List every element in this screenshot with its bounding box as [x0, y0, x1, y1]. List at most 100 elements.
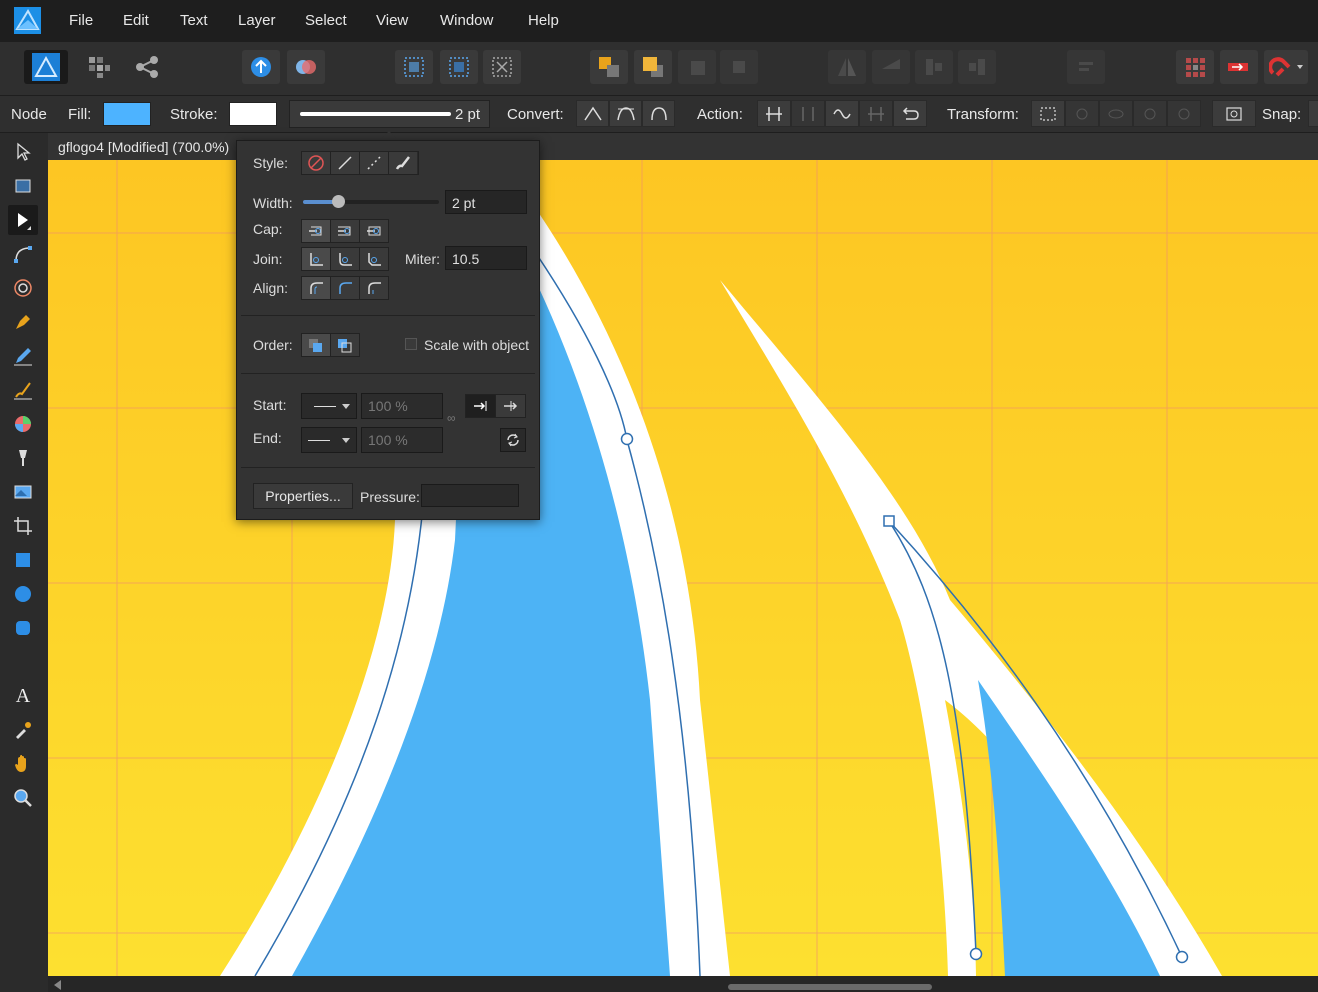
menu-window[interactable]: Window — [440, 12, 493, 29]
texture-brush-icon[interactable] — [389, 152, 417, 174]
menu-select[interactable]: Select — [305, 12, 347, 29]
transparency-icon[interactable] — [8, 443, 38, 473]
menu-help[interactable]: Help — [528, 12, 559, 29]
round-cap-icon[interactable] — [331, 220, 360, 242]
width-field[interactable]: 2 pt — [445, 190, 527, 214]
join-curves-icon[interactable] — [859, 100, 893, 127]
smooth-curve-icon[interactable] — [825, 100, 859, 127]
stroke-swatch[interactable] — [229, 102, 277, 126]
swap-arrowheads-icon[interactable] — [500, 428, 526, 452]
transform-option-3-icon[interactable] — [1099, 100, 1133, 127]
reverse-curve-icon[interactable] — [893, 100, 927, 127]
flip-horizontal-icon[interactable] — [828, 50, 866, 84]
transform-option-5-icon[interactable] — [1167, 100, 1201, 127]
fill-swatch[interactable] — [103, 102, 151, 126]
rotate-right-icon[interactable] — [958, 50, 996, 84]
snapping-options-icon[interactable] — [1220, 50, 1258, 84]
select-all-icon[interactable] — [395, 50, 433, 84]
corner-icon[interactable] — [8, 239, 38, 269]
transform-mode-icon[interactable] — [1031, 100, 1065, 127]
fill-icon[interactable] — [8, 409, 38, 439]
assistant-icon[interactable] — [287, 50, 325, 84]
crescent-icon[interactable] — [8, 647, 38, 677]
export-persona-icon[interactable] — [128, 50, 166, 84]
menu-edit[interactable]: Edit — [123, 12, 149, 29]
arrange-front-icon[interactable] — [678, 50, 716, 84]
arrow-inside-icon[interactable] — [466, 395, 496, 417]
arrange-forward-icon[interactable] — [634, 50, 672, 84]
vector-brush-icon[interactable] — [8, 375, 38, 405]
solid-line-icon[interactable] — [331, 152, 360, 174]
round-join-icon[interactable] — [331, 248, 360, 270]
arrange-bottom-icon[interactable] — [720, 50, 758, 84]
menu-layer[interactable]: Layer — [238, 12, 276, 29]
snap-to-nodes-icon[interactable] — [1212, 100, 1256, 127]
break-curve-icon[interactable] — [757, 100, 791, 127]
menu-file[interactable]: File — [69, 12, 93, 29]
align-outside-icon[interactable] — [360, 277, 388, 299]
node-icon[interactable] — [8, 205, 38, 235]
pixel-persona-icon[interactable] — [80, 50, 118, 84]
invert-selection-icon[interactable] — [483, 50, 521, 84]
pencil-icon[interactable] — [8, 341, 38, 371]
bevel-join-icon[interactable] — [360, 248, 388, 270]
pressure-graph[interactable] — [421, 484, 519, 507]
width-slider-knob[interactable] — [332, 195, 346, 208]
upload-icon[interactable] — [242, 50, 280, 84]
menu-view[interactable]: View — [376, 12, 408, 29]
flip-vertical-icon[interactable] — [872, 50, 910, 84]
scale-with-object-checkbox[interactable] — [405, 338, 417, 350]
arrow-outside-icon[interactable] — [496, 395, 525, 417]
zoom-icon[interactable] — [8, 783, 38, 813]
close-curve-icon[interactable] — [791, 100, 825, 127]
link-icon[interactable]: ∞ — [447, 411, 456, 425]
crop-icon[interactable] — [8, 511, 38, 541]
ellipse-icon[interactable] — [8, 579, 38, 609]
stroke-front-icon[interactable] — [331, 334, 359, 356]
rounded-rect-icon[interactable] — [8, 613, 38, 643]
stroke-width-dropdown[interactable]: 2 pt — [289, 100, 490, 128]
arrange-back-icon[interactable] — [590, 50, 628, 84]
divider — [241, 373, 535, 374]
no-stroke-icon[interactable] — [302, 152, 331, 174]
artboard-icon[interactable] — [8, 171, 38, 201]
stroke-behind-icon[interactable] — [302, 334, 331, 356]
rotate-left-icon[interactable] — [915, 50, 953, 84]
transform-option-4-icon[interactable] — [1133, 100, 1167, 127]
properties-button[interactable]: Properties... — [253, 483, 353, 509]
snap-toggle[interactable] — [1308, 100, 1318, 127]
start-scale-field[interactable]: 100 % — [361, 393, 443, 419]
place-image-icon[interactable] — [8, 477, 38, 507]
align-center-icon[interactable] — [302, 277, 331, 299]
snapping-magnet-icon[interactable] — [1264, 50, 1308, 84]
start-arrowhead-dropdown[interactable] — [301, 393, 357, 419]
horizontal-scrollbar[interactable] — [48, 976, 1318, 992]
pen-icon[interactable] — [8, 307, 38, 337]
dashed-line-icon[interactable] — [360, 152, 389, 174]
text-icon[interactable]: A — [8, 681, 38, 711]
miter-field[interactable]: 10.5 — [445, 246, 527, 270]
miter-join-icon[interactable] — [302, 248, 331, 270]
butt-cap-icon[interactable] — [302, 220, 331, 242]
snapping-grid-icon[interactable] — [1176, 50, 1214, 84]
contour-icon[interactable] — [8, 273, 38, 303]
convert-smart-icon[interactable] — [642, 100, 675, 127]
align-inside-icon[interactable] — [331, 277, 360, 299]
rectangle-icon[interactable] — [8, 545, 38, 575]
width-slider[interactable] — [303, 195, 439, 208]
color-picker-icon[interactable] — [8, 715, 38, 745]
align-icon[interactable] — [1067, 50, 1105, 84]
end-arrowhead-dropdown[interactable] — [301, 427, 357, 453]
move-icon[interactable] — [8, 137, 38, 167]
convert-smooth-icon[interactable] — [609, 100, 642, 127]
menu-text[interactable]: Text — [180, 12, 208, 29]
scroll-thumb[interactable] — [728, 984, 932, 990]
convert-sharp-icon[interactable] — [576, 100, 609, 127]
end-scale-field[interactable]: 100 % — [361, 427, 443, 453]
designer-persona-icon[interactable] — [24, 50, 68, 84]
select-none-icon[interactable] — [440, 50, 478, 84]
square-cap-icon[interactable] — [360, 220, 388, 242]
hand-icon[interactable] — [8, 749, 38, 779]
transform-option-2-icon[interactable] — [1065, 100, 1099, 127]
scroll-left-icon[interactable] — [54, 980, 61, 990]
